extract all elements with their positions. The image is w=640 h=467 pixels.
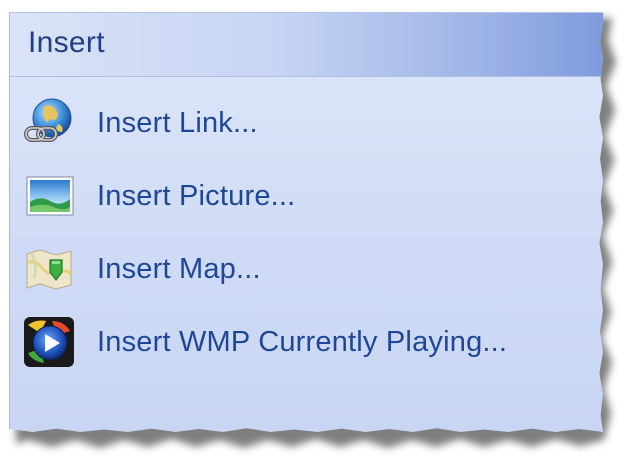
screenshot-stage: Insert Insert Link... Insert Picture... … (0, 0, 640, 467)
insert-link-label: Insert Link... (97, 106, 258, 139)
insert-wmp-item[interactable]: Insert WMP Currently Playing... (22, 314, 507, 370)
panel-title: Insert (28, 26, 105, 59)
insert-picture-label: Insert Picture... (97, 179, 296, 212)
insert-wmp-label: Insert WMP Currently Playing... (97, 325, 508, 358)
panel-header: Insert (10, 13, 603, 77)
insert-map-item[interactable]: Insert Map... (22, 241, 261, 297)
picture-icon (22, 169, 76, 223)
insert-map-label: Insert Map... (97, 252, 261, 285)
map-pin-icon (22, 242, 76, 296)
insert-link-item[interactable]: Insert Link... (22, 95, 258, 151)
insert-picture-item[interactable]: Insert Picture... (22, 168, 295, 224)
windows-media-player-icon (22, 315, 76, 369)
link-globe-icon (22, 96, 76, 150)
insert-panel: Insert Insert Link... Insert Picture... … (9, 12, 603, 432)
